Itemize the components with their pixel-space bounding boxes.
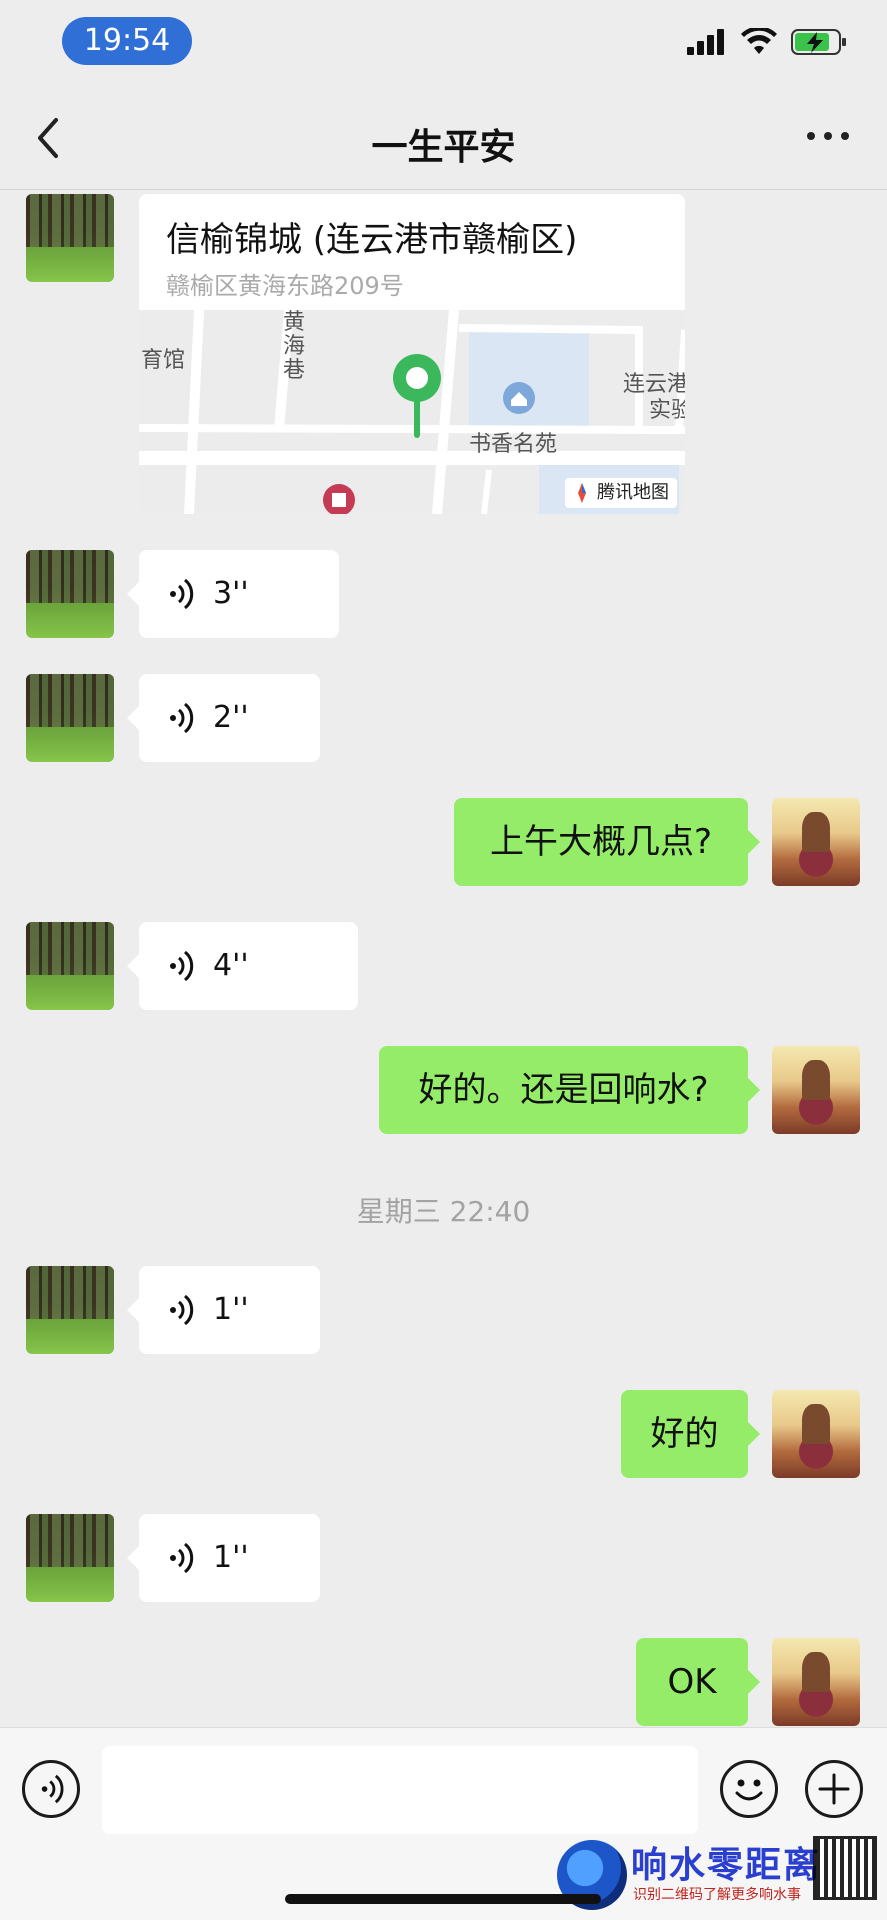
compass-icon — [578, 483, 586, 503]
home-indicator[interactable] — [285, 1894, 601, 1904]
time-divider: 星期三 22:40 — [356, 1195, 531, 1228]
text-message[interactable]: 好的。还是回响水? — [379, 1046, 760, 1134]
voice-duration: 1'' — [213, 1292, 249, 1327]
map-label: 书香名苑 — [469, 432, 558, 457]
text-message[interactable]: 好的 — [621, 1390, 760, 1478]
voice-wave-icon — [170, 950, 194, 982]
chat-area[interactable]: 信榆锦城 (连云港市赣榆区) 赣榆区黄海东路209号 育馆 黄 海 巷 书香名苑… — [0, 190, 887, 1727]
chat-title: 一生平安 — [371, 127, 516, 168]
voice-wave-icon — [170, 702, 194, 734]
input-bar: 响水零距离 识别二维码了解更多响水事 — [0, 1727, 887, 1920]
self-avatar[interactable] — [772, 1638, 860, 1726]
voice-wave-icon — [170, 1294, 194, 1326]
status-time: 19:54 — [62, 17, 192, 65]
map-pin-icon — [393, 354, 441, 438]
contact-avatar[interactable] — [26, 674, 114, 762]
text-message[interactable]: 上午大概几点? — [454, 798, 760, 886]
location-address: 赣榆区黄海东路209号 — [166, 272, 404, 300]
voice-duration: 4'' — [213, 948, 249, 983]
smiley-icon — [735, 1779, 763, 1801]
map-provider-label: 腾讯地图 — [597, 482, 669, 503]
voice-wave-icon — [170, 578, 194, 610]
self-avatar[interactable] — [772, 798, 860, 886]
more-dot-icon — [841, 132, 849, 140]
watermark: 响水零距离 识别二维码了解更多响水事 — [557, 1834, 877, 1914]
wifi-icon — [741, 28, 777, 54]
watermark-subtitle: 识别二维码了解更多响水事 — [633, 1887, 801, 1903]
map-preview: 育馆 黄 海 巷 书香名苑 连云港 实验 腾讯地图 — [139, 310, 685, 514]
message-input[interactable] — [102, 1746, 698, 1834]
qr-code-icon — [813, 1836, 877, 1900]
status-icons — [687, 28, 847, 56]
map-provider-badge: 腾讯地图 — [565, 478, 677, 508]
contact-avatar[interactable] — [26, 922, 114, 1010]
voice-wave-icon — [41, 1774, 64, 1804]
more-dot-icon — [824, 132, 832, 140]
contact-avatar[interactable] — [26, 1266, 114, 1354]
voice-duration: 3'' — [213, 576, 249, 611]
location-message[interactable]: 信榆锦城 (连云港市赣榆区) 赣榆区黄海东路209号 育馆 黄 海 巷 书香名苑… — [139, 194, 685, 514]
status-bar: 19:54 — [0, 0, 887, 80]
more-dot-icon — [807, 132, 815, 140]
voice-message[interactable]: 3'' — [127, 550, 339, 638]
self-avatar[interactable] — [772, 1046, 860, 1134]
voice-duration: 1'' — [213, 1540, 249, 1575]
voice-message[interactable]: 4'' — [127, 922, 358, 1010]
contact-avatar[interactable] — [26, 194, 114, 282]
contact-avatar[interactable] — [26, 1514, 114, 1602]
voice-duration: 2'' — [213, 700, 249, 735]
voice-message[interactable]: 1'' — [127, 1266, 320, 1354]
voice-input-button[interactable] — [22, 1760, 80, 1818]
voice-wave-icon — [170, 1542, 194, 1574]
more-functions-button[interactable] — [805, 1760, 863, 1818]
voice-message[interactable]: 2'' — [127, 674, 320, 762]
map-label: 育馆 — [141, 348, 186, 373]
location-name: 信榆锦城 (连云港市赣榆区) — [166, 220, 578, 260]
map-label: 实验 — [649, 398, 685, 423]
battery-charging-icon — [791, 29, 846, 55]
text-message[interactable]: OK — [636, 1638, 760, 1726]
plus-icon — [818, 1773, 850, 1805]
nav-bar: 一生平安 — [0, 80, 887, 190]
more-options-button[interactable] — [807, 124, 857, 148]
emoji-button[interactable] — [720, 1760, 778, 1818]
self-avatar[interactable] — [772, 1390, 860, 1478]
map-label: 巷 — [283, 358, 306, 383]
signal-icon — [687, 29, 724, 55]
voice-message[interactable]: 1'' — [127, 1514, 320, 1602]
watermark-title: 响水零距离 — [631, 1844, 822, 1886]
contact-avatar[interactable] — [26, 550, 114, 638]
